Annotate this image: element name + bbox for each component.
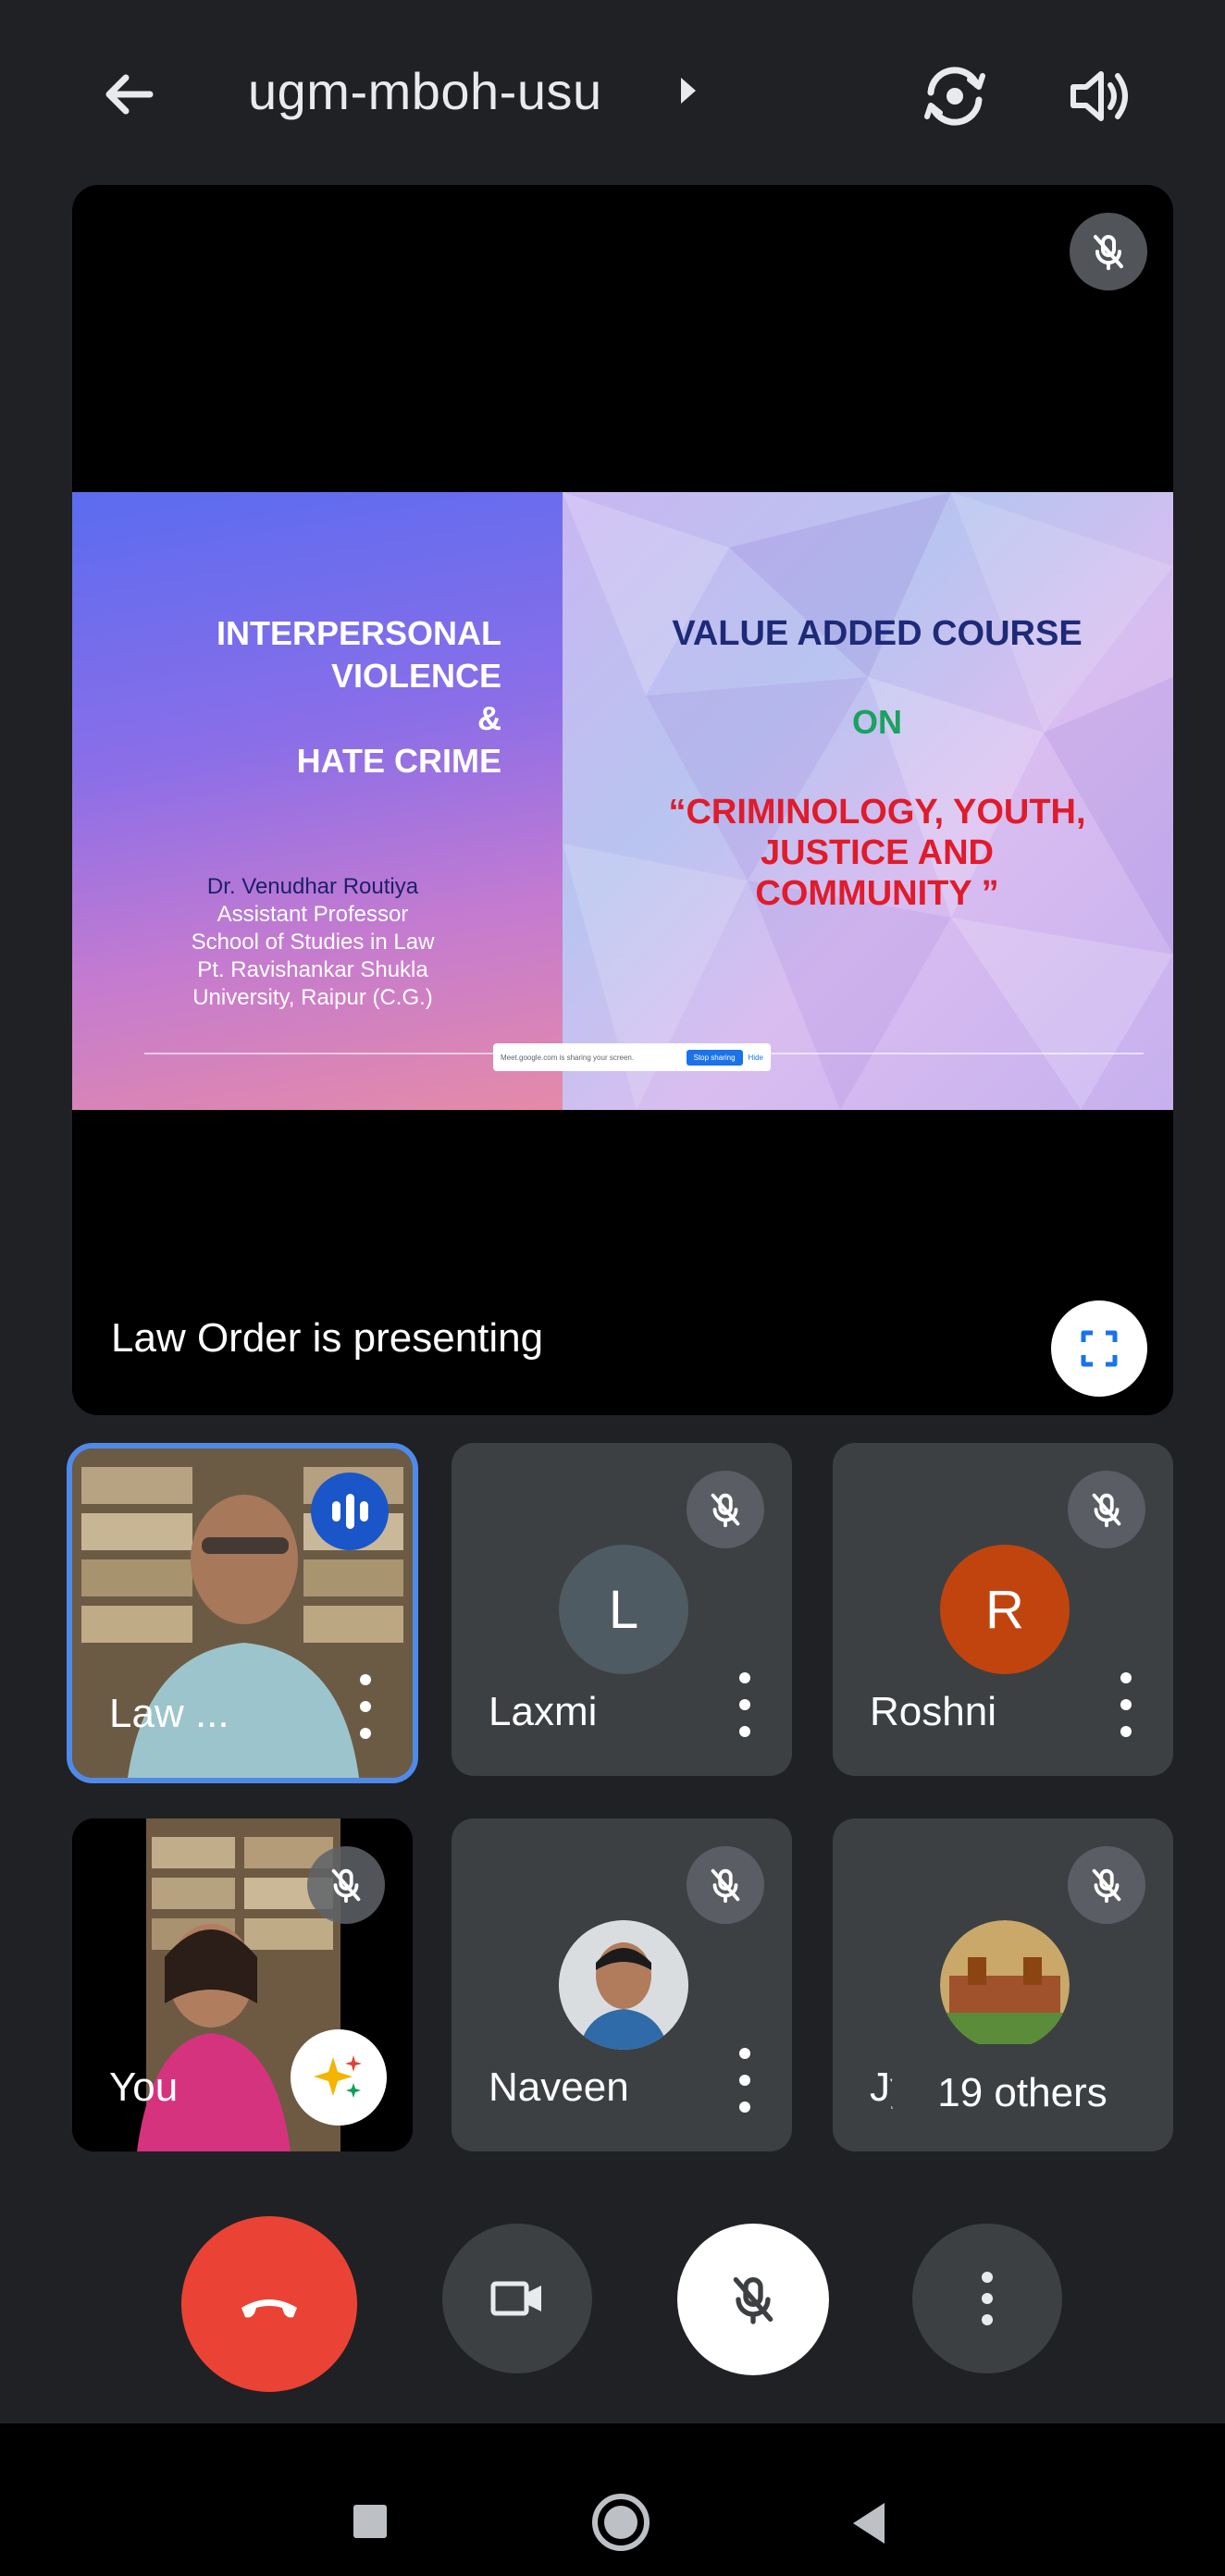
subject-line: COMMUNITY ” bbox=[755, 874, 999, 913]
subject-line: JUSTICE AND bbox=[761, 833, 994, 872]
avatar bbox=[940, 1920, 1070, 2050]
speaking-indicator bbox=[311, 1473, 389, 1550]
hide-share-bar-button: Hide bbox=[748, 1053, 763, 1062]
slide-title-line: VIOLENCE bbox=[330, 657, 501, 695]
end-call-button[interactable] bbox=[181, 2216, 357, 2392]
slide-subject: “CRIMINOLOGY, YOUTH, JUSTICE AND COMMUNI… bbox=[590, 792, 1164, 914]
home-nav-icon[interactable] bbox=[592, 2494, 650, 2551]
author-univ: Pt. Ravishankar Shukla bbox=[197, 957, 428, 982]
audio-level-bar bbox=[345, 1494, 354, 1529]
slide-left-title: INTERPERSONAL VIOLENCE & HATE CRIME bbox=[94, 612, 501, 783]
participant-tile-laxmi[interactable]: L Laxmi bbox=[452, 1443, 792, 1776]
shared-slide: INTERPERSONAL VIOLENCE & HATE CRIME Dr. … bbox=[72, 492, 1173, 1110]
author-role: Assistant Professor bbox=[217, 902, 409, 927]
mic-off-icon bbox=[711, 1493, 740, 1528]
participant-mic-off-badge bbox=[1068, 1471, 1145, 1548]
subject-line: “CRIMINOLOGY, YOUTH, bbox=[668, 793, 1086, 832]
top-bar: ugm-mboh-usu bbox=[0, 0, 1225, 185]
mic-off-icon bbox=[1092, 1868, 1121, 1904]
self-mic-off-badge bbox=[307, 1846, 385, 1924]
screen-share-bar: Meet.google.com is sharing your screen. … bbox=[493, 1043, 771, 1071]
mic-off-icon bbox=[733, 2277, 773, 2324]
participant-name: You bbox=[109, 2064, 179, 2110]
participant-mic-off-badge bbox=[687, 1471, 764, 1548]
author-dept: School of Studies in Law bbox=[191, 930, 435, 955]
phone-hangup-icon bbox=[241, 2299, 297, 2318]
slide-course-title: VALUE ADDED COURSE bbox=[672, 614, 1083, 653]
author-univ: University, Raipur (C.G.) bbox=[192, 985, 433, 1010]
participant-more-button[interactable] bbox=[731, 2048, 759, 2113]
others-count-pill[interactable]: 19 others bbox=[890, 2044, 1155, 2142]
mic-off-icon bbox=[1094, 235, 1123, 270]
avatar: L bbox=[559, 1545, 688, 1674]
recents-nav-icon[interactable] bbox=[353, 2505, 387, 2538]
fullscreen-button[interactable] bbox=[1051, 1300, 1147, 1397]
slide-title-line: INTERPERSONAL bbox=[216, 614, 501, 652]
mic-off-icon bbox=[711, 1868, 740, 1904]
presenter-mic-off-badge bbox=[1070, 213, 1147, 290]
video-camera-icon bbox=[490, 2281, 541, 2316]
effects-button[interactable] bbox=[291, 2029, 387, 2126]
slide-on-label: ON bbox=[852, 703, 902, 741]
meeting-code[interactable]: ugm-mboh-usu bbox=[248, 61, 602, 121]
slide-title-line: HATE CRIME bbox=[296, 742, 501, 780]
avatar: R bbox=[940, 1545, 1070, 1674]
stop-sharing-button: Stop sharing bbox=[686, 1049, 743, 1066]
system-navigation-bar bbox=[0, 2423, 1225, 2576]
presenting-status: Law Order is presenting bbox=[111, 1315, 544, 1361]
fullscreen-icon bbox=[1081, 1330, 1118, 1367]
camera-toggle-button[interactable] bbox=[442, 2224, 592, 2373]
slide-left-panel: INTERPERSONAL VIOLENCE & HATE CRIME Dr. … bbox=[72, 492, 563, 1110]
participant-more-button[interactable] bbox=[352, 1674, 379, 1739]
arrow-left-icon bbox=[105, 74, 154, 115]
camera-switch-icon bbox=[924, 67, 985, 126]
slide-author-block: Dr. Venudhar Routiya Assistant Professor… bbox=[109, 873, 516, 1012]
presentation-stage[interactable]: INTERPERSONAL VIOLENCE & HATE CRIME Dr. … bbox=[72, 185, 1173, 1415]
participant-tile-law[interactable]: Law ... bbox=[67, 1443, 418, 1783]
participant-name: Law ... bbox=[109, 1691, 229, 1736]
slide-title-line: & bbox=[477, 699, 501, 737]
participant-mic-off-badge bbox=[687, 1846, 764, 1924]
mic-off-icon bbox=[1092, 1493, 1121, 1528]
participant-mic-off-badge bbox=[1068, 1846, 1145, 1924]
participant-name: Roshni bbox=[870, 1689, 996, 1734]
meeting-info-caret-icon[interactable] bbox=[681, 78, 696, 104]
sparkle-effects-icon bbox=[314, 2055, 362, 2098]
participant-name: Laxmi bbox=[489, 1689, 598, 1734]
avatar bbox=[559, 1920, 688, 2050]
slide-right-panel: VALUE ADDED COURSE ON “CRIMINOLOGY, YOUT… bbox=[563, 492, 1173, 1110]
back-button[interactable] bbox=[93, 57, 167, 131]
participant-name: Naveen bbox=[489, 2064, 629, 2110]
microphone-toggle-button[interactable] bbox=[677, 2224, 829, 2375]
author-name: Dr. Venudhar Routiya bbox=[206, 874, 419, 899]
speaker-button[interactable] bbox=[1064, 61, 1134, 131]
more-vert-icon bbox=[982, 2272, 993, 2325]
participant-more-button[interactable] bbox=[1112, 1672, 1140, 1737]
back-nav-icon[interactable] bbox=[853, 2503, 885, 2544]
participant-more-button[interactable] bbox=[731, 1672, 759, 1737]
participant-tile-roshni[interactable]: R Roshni bbox=[833, 1443, 1173, 1776]
participant-tile-you[interactable]: You bbox=[72, 1818, 413, 2151]
more-options-button[interactable] bbox=[912, 2224, 1062, 2373]
speaker-volume-icon bbox=[1070, 71, 1128, 121]
participant-tile-naveen[interactable]: Naveen bbox=[452, 1818, 792, 2151]
switch-camera-button[interactable] bbox=[916, 57, 994, 135]
share-bar-text: Meet.google.com is sharing your screen. bbox=[501, 1053, 635, 1062]
audio-level-bar bbox=[359, 1501, 368, 1522]
mic-off-icon bbox=[331, 1868, 361, 1904]
audio-level-bar bbox=[331, 1501, 340, 1522]
